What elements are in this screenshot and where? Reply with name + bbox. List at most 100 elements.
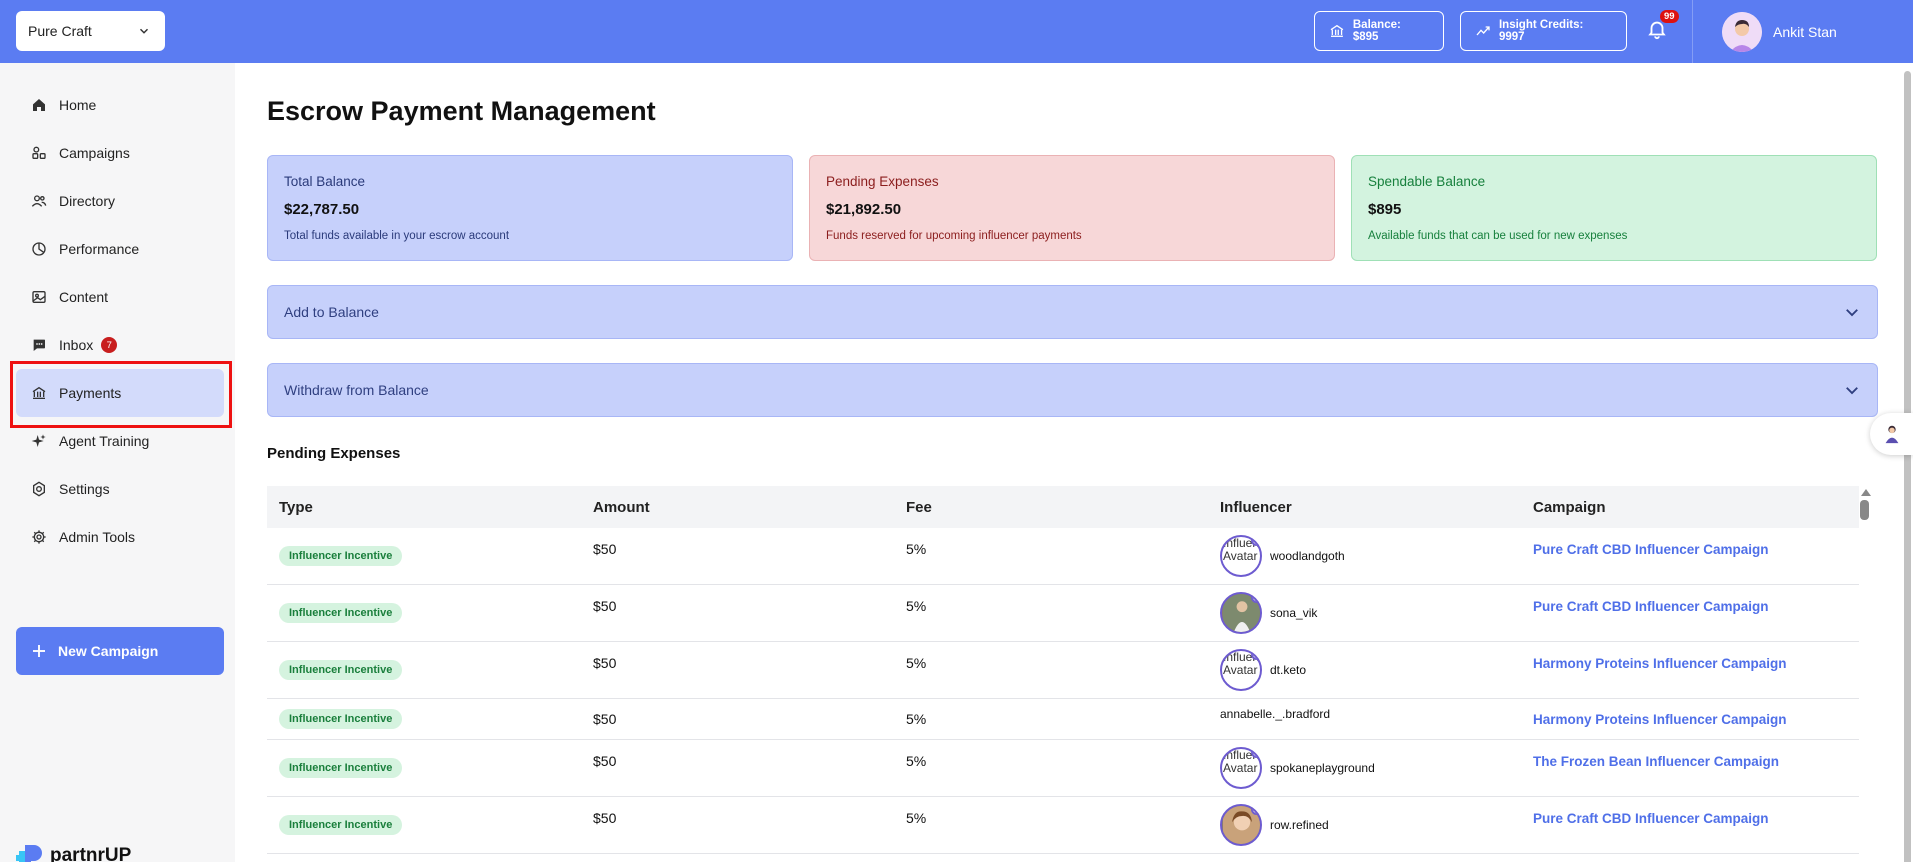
campaign-link[interactable]: Pure Craft CBD Influencer Campaign <box>1533 599 1769 614</box>
influencer-avatar: Influencer Avatar <box>1220 535 1262 577</box>
card-value: $22,787.50 <box>284 201 360 218</box>
insight-credits-label: Insight Credits: 9997 <box>1498 19 1584 43</box>
column-header-amount[interactable]: Amount <box>581 499 894 516</box>
pending-expenses-table: Type Amount Fee Influencer Campaign Infl… <box>267 486 1859 854</box>
type-tag: Influencer Incentive <box>279 603 403 623</box>
sidebar-item-label: Directory <box>59 193 116 209</box>
page-scrollbar[interactable] <box>1902 63 1913 862</box>
card-title: Spendable Balance <box>1368 174 1486 189</box>
sidebar-item-campaigns[interactable]: Campaigns <box>16 129 224 177</box>
table-row: Influencer Incentive $50 5% Influencer A… <box>267 528 1859 585</box>
sidebar-item-label: Home <box>59 97 97 113</box>
table-scrollbar[interactable] <box>1860 489 1872 859</box>
sparkle-icon <box>31 434 46 447</box>
sidebar-item-admin-tools[interactable]: Admin Tools <box>16 513 224 561</box>
instagram-badge-icon <box>1251 594 1260 603</box>
table-row: Influencer Incentive $50 5% Influencer A… <box>267 642 1859 699</box>
sidebar-item-home[interactable]: Home <box>16 81 224 129</box>
column-header-influencer[interactable]: Influencer <box>1208 499 1521 516</box>
sidebar-item-label: Settings <box>59 481 110 497</box>
campaign-link[interactable]: Pure Craft CBD Influencer Campaign <box>1533 811 1769 826</box>
sidebar-item-directory[interactable]: Directory <box>16 177 224 225</box>
influencer-cell[interactable]: sona_vik <box>1220 592 1521 634</box>
logo-text: partnrUP <box>50 845 132 862</box>
type-tag: Influencer Incentive <box>279 815 403 835</box>
table-row: Influencer Incentive $50 5% Influencer A… <box>267 740 1859 797</box>
influencer-name: woodlandgoth <box>1270 549 1345 563</box>
accordion-label: Add to Balance <box>284 304 379 320</box>
sidebar-item-content[interactable]: Content <box>16 273 224 321</box>
card-description: Available funds that can be used for new… <box>1368 230 1628 242</box>
brand-selector[interactable]: Pure Craft <box>16 11 165 51</box>
influencer-cell[interactable]: Influencer Avatar dt.keto <box>1220 649 1521 691</box>
table-header: Type Amount Fee Influencer Campaign <box>267 486 1859 528</box>
add-to-balance-accordion[interactable]: Add to Balance <box>267 285 1878 339</box>
influencer-avatar <box>1220 804 1262 846</box>
sidebar-item-settings[interactable]: Settings <box>16 465 224 513</box>
card-value: $21,892.50 <box>826 201 902 218</box>
instagram-badge-icon <box>1251 749 1260 758</box>
amount-cell: $50 <box>593 598 617 614</box>
influencer-name: spokaneplayground <box>1270 761 1375 775</box>
main-content: Escrow Payment Management Total Balance … <box>235 63 1913 862</box>
sidebar-item-performance[interactable]: Performance <box>16 225 224 273</box>
campaign-link[interactable]: The Frozen Bean Influencer Campaign <box>1533 754 1779 769</box>
total-balance-card: Total Balance $22,787.50 Total funds ava… <box>267 155 793 261</box>
table-row: Influencer Incentive $50 5% sona_vik Pur… <box>267 585 1859 642</box>
top-bar: Pure Craft Balance: $895 Insight Credits… <box>0 0 1913 63</box>
column-header-campaign[interactable]: Campaign <box>1521 499 1859 516</box>
home-icon <box>33 99 45 111</box>
campaign-link[interactable]: Pure Craft CBD Influencer Campaign <box>1533 542 1769 557</box>
fee-cell: 5% <box>906 541 927 557</box>
insight-credits-button[interactable]: Insight Credits: 9997 <box>1460 11 1627 51</box>
influencer-cell[interactable]: row.refined <box>1220 804 1521 846</box>
card-title: Total Balance <box>284 174 366 189</box>
logo-mark-icon <box>16 845 42 862</box>
table-row: Influencer Incentive $50 5% row.refined … <box>267 797 1859 854</box>
notifications-button[interactable]: 99 <box>1646 10 1679 44</box>
amount-cell: $50 <box>593 753 617 769</box>
influencer-name: sona_vik <box>1270 606 1318 620</box>
column-header-fee[interactable]: Fee <box>894 499 1208 516</box>
influencer-cell[interactable]: annabelle._.bradford <box>1220 707 1521 721</box>
sidebar-item-label: Performance <box>59 241 140 257</box>
withdraw-from-balance-accordion[interactable]: Withdraw from Balance <box>267 363 1878 417</box>
card-value: $895 <box>1368 201 1402 218</box>
chevron-down-icon <box>1846 387 1858 395</box>
user-avatar <box>1722 12 1762 52</box>
balance-button[interactable]: Balance: $895 <box>1314 11 1444 51</box>
fee-cell: 5% <box>906 711 927 727</box>
sidebar-item-label: Inbox <box>59 337 94 353</box>
assistant-floating-button[interactable] <box>1870 413 1913 455</box>
influencer-name: dt.keto <box>1270 663 1307 677</box>
new-campaign-label: New Campaign <box>58 643 159 659</box>
type-tag: Influencer Incentive <box>279 758 403 778</box>
partnrup-logo: partnrUP <box>16 841 131 862</box>
balance-label: Balance: $895 <box>1352 19 1401 43</box>
chevron-down-icon <box>1846 309 1858 317</box>
fee-cell: 5% <box>906 598 927 614</box>
column-header-type[interactable]: Type <box>267 499 581 516</box>
influencer-cell[interactable]: Influencer Avatar woodlandgoth <box>1220 535 1521 577</box>
scroll-up-arrow-icon[interactable] <box>1861 489 1871 496</box>
assistant-avatar-icon <box>1885 425 1898 444</box>
performance-icon <box>32 242 46 256</box>
sidebar-item-label: Admin Tools <box>59 529 136 545</box>
page-scrollbar-thumb[interactable] <box>1904 71 1911 862</box>
amount-cell: $50 <box>593 711 617 727</box>
campaign-link[interactable]: Harmony Proteins Influencer Campaign <box>1533 656 1787 671</box>
card-description: Total funds available in your escrow acc… <box>284 230 510 242</box>
table-scrollbar-thumb[interactable] <box>1860 500 1869 520</box>
page-title: Escrow Payment Management <box>267 96 656 126</box>
accordion-label: Withdraw from Balance <box>284 382 429 398</box>
campaign-link[interactable]: Harmony Proteins Influencer Campaign <box>1533 712 1787 727</box>
influencer-name: annabelle._.bradford <box>1220 707 1331 721</box>
table-row: Influencer Incentive $50 5% annabelle._.… <box>267 699 1859 740</box>
influencer-cell[interactable]: Influencer Avatar spokaneplayground <box>1220 747 1521 789</box>
chat-icon <box>33 339 45 351</box>
new-campaign-button[interactable]: New Campaign <box>16 627 224 675</box>
user-menu[interactable]: Ankit Stan <box>1722 12 1837 52</box>
instagram-badge-icon <box>1251 537 1260 546</box>
type-tag: Influencer Incentive <box>279 546 403 566</box>
card-description: Funds reserved for upcoming influencer p… <box>826 230 1082 242</box>
